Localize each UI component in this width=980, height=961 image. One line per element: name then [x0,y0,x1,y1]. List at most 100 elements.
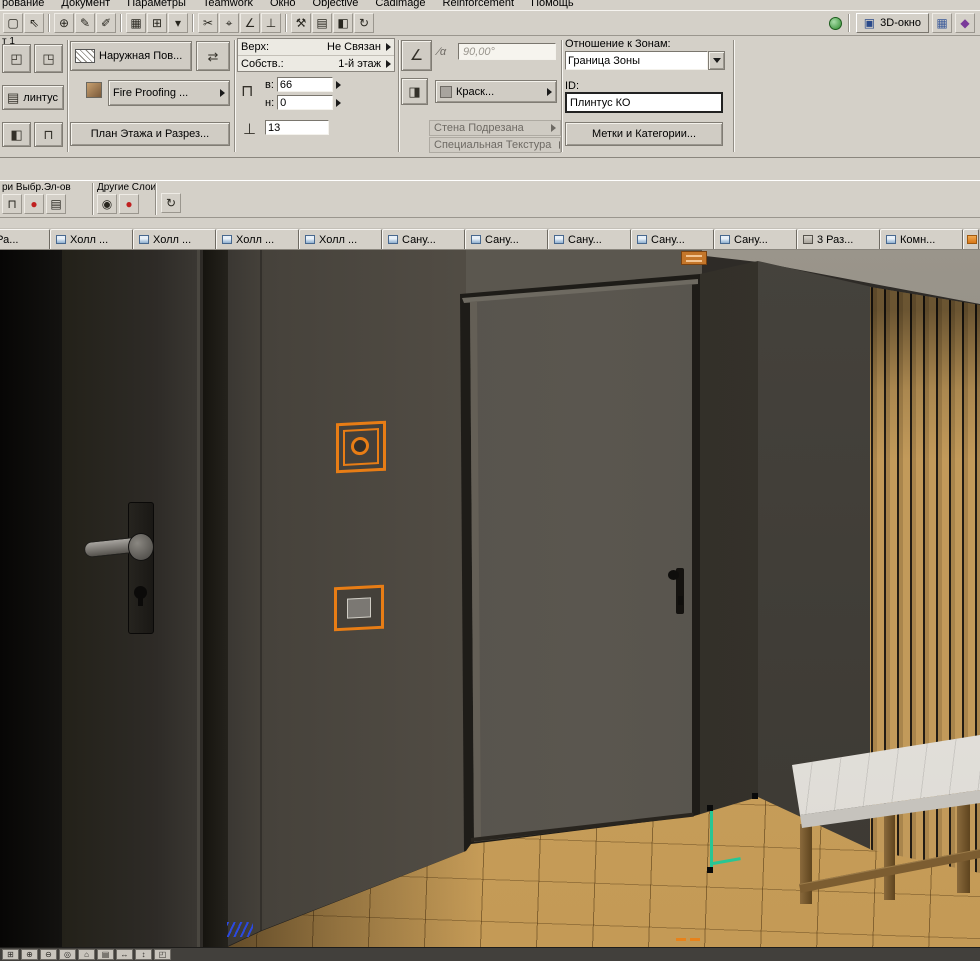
view-tab[interactable]: Сану... [465,229,548,249]
view-tab[interactable]: Холл ... [50,229,133,249]
layers-tool-icon[interactable]: ▤ [312,13,332,33]
bench-leg[interactable] [884,806,895,900]
pick-point-icon[interactable]: ⌖ [219,13,239,33]
surface-button[interactable]: Наружная Пов... [70,41,192,71]
objective-icon[interactable] [828,16,842,30]
favorite-button[interactable]: ▤ линтус [2,85,64,110]
library-icon[interactable]: ◆ [955,13,975,33]
selection-handle[interactable] [707,805,713,811]
zoom-in-icon[interactable]: ⊕ [21,949,38,960]
wall-socket-selected[interactable] [336,420,386,474]
grid-tool-icon[interactable]: ⊞ [147,13,167,33]
wall-corner-button[interactable]: ◰ [2,44,31,73]
base-link-row[interactable]: Собств.: 1-й этаж [238,55,394,71]
layout-icon[interactable]: ▤ [97,949,114,960]
previous-view-icon[interactable]: ◰ [154,949,171,960]
zoom-out-icon[interactable]: ⊖ [40,949,57,960]
view-tab[interactable]: Сану... [548,229,631,249]
wall-trim-item[interactable]: Стена Подрезана [429,120,561,136]
view-tab[interactable]: Холл ... [299,229,382,249]
eye-icon[interactable]: ◉ [97,194,117,214]
fill-tool-icon[interactable]: ◧ [333,13,353,33]
hammer-tool-icon[interactable]: ⚒ [291,13,311,33]
view-tab-label: Сану... [568,233,602,246]
custom-texture-item[interactable]: Специальная Текстура [429,137,561,153]
scissors-icon[interactable]: ✂ [198,13,218,33]
plan-section-button[interactable]: План Этажа и Разрез... [70,122,230,146]
id-input[interactable] [565,92,723,113]
menu-item-window[interactable]: Окно [270,0,296,10]
tags-categories-button[interactable]: Метки и Категории... [565,122,723,146]
scroll-vertical-icon[interactable]: ↕ [135,949,152,960]
orbit-icon[interactable]: ◎ [59,949,76,960]
lock-icon[interactable]: ⊓ [2,194,22,214]
red-lock-icon[interactable]: ● [24,194,44,214]
angle-tool-icon[interactable]: ∠ [240,13,260,33]
height-bottom-input[interactable] [277,95,334,110]
submenu-arrow-icon [551,124,556,132]
menu-item-teamwork[interactable]: Teamwork [203,0,253,10]
zone-relation-dropdown[interactable]: Граница Зоны [565,51,725,70]
menu-item-document[interactable]: Документ [61,0,110,10]
red-lock-icon[interactable]: ● [119,194,139,214]
offset-input[interactable] [265,120,329,135]
angle-field[interactable]: 90,00° [458,43,556,60]
top-link-label: Верх: [241,41,270,53]
height-top-input[interactable] [276,77,333,92]
view-tab[interactable]: Сану... [382,229,465,249]
view-tab[interactable]: Сану... [631,229,714,249]
submenu-arrow-icon [386,43,391,51]
menu-item[interactable]: рование [2,0,44,10]
hatch-tool-icon[interactable]: ▦ [126,13,146,33]
bench-leg[interactable] [957,791,970,893]
zoom-icon[interactable]: ⊕ [54,13,74,33]
view-tab[interactable] [963,229,979,249]
more-tools-icon[interactable]: ▾ [168,13,188,33]
3d-scene[interactable] [0,250,980,947]
perpendicular-tool-icon[interactable]: ⊥ [261,13,281,33]
view-tab[interactable]: Холл ... [133,229,216,249]
walk-icon[interactable]: ⌂ [78,949,95,960]
paint-tool-button[interactable]: ◨ [401,78,428,105]
cap-side-button[interactable]: ⊓ [34,122,63,147]
view-tab[interactable]: 3 Раз... [797,229,880,249]
selection-handle[interactable] [752,793,758,799]
view-tab-label: Холл ... [319,233,358,246]
view-tab[interactable]: Комн... [880,229,963,249]
pen-icon[interactable]: ✐ [96,13,116,33]
menu-item-reinforcement[interactable]: Reinforcement [443,0,515,10]
top-link-row[interactable]: Верх: Не Связан [238,39,394,55]
block-button[interactable]: ◳ [34,44,63,73]
menu-item-cadimage[interactable]: Cadimage [375,0,425,10]
wall-switch-selected[interactable] [334,584,384,632]
layer-box-icon[interactable]: ▤ [46,194,66,214]
view-tab[interactable]: Холл ... [216,229,299,249]
refresh-icon[interactable]: ↻ [161,193,181,213]
menu-item-options[interactable]: Параметры [127,0,186,10]
view-tab[interactable]: Сану... [714,229,797,249]
other-layers-icons: ◉ ● [97,194,139,214]
3d-viewport[interactable]: ⊞ ⊕ ⊖ ◎ ⌂ ▤ ↔ ↕ ◰ [0,250,980,961]
flip-button[interactable]: ⇄ [196,41,230,71]
entry-door-lever [668,570,679,580]
angle-ref-button[interactable]: ∠ [401,40,432,71]
view-tab-icon [720,235,730,244]
scroll-horizontal-icon[interactable]: ↔ [116,949,133,960]
select-arrow-icon[interactable]: ⇖ [24,13,44,33]
paint-button[interactable]: Краск... [435,80,557,103]
teamwork-panel-icon[interactable]: ▦ [932,13,952,33]
fireproofing-button[interactable]: Fire Proofing ... [108,80,230,106]
zone-dropdown-button[interactable] [708,51,725,70]
menu-item-objective[interactable]: Objective [313,0,359,10]
marquee-tool-icon[interactable]: ▢ [3,13,23,33]
selection-marker[interactable] [681,251,707,265]
rotate-tool-icon[interactable]: ↻ [354,13,374,33]
current-view-button[interactable]: ▣ 3D-окно [855,13,929,33]
view-tab[interactable]: 3 Ра... [0,229,50,249]
base-link-value: 1-й этаж [338,57,381,70]
selection-handle[interactable] [707,867,713,873]
section-view-button[interactable]: ◧ [2,122,31,147]
pencil-icon[interactable]: ✎ [75,13,95,33]
menu-item-help[interactable]: Помощь [531,0,574,10]
fit-view-icon[interactable]: ⊞ [2,949,19,960]
